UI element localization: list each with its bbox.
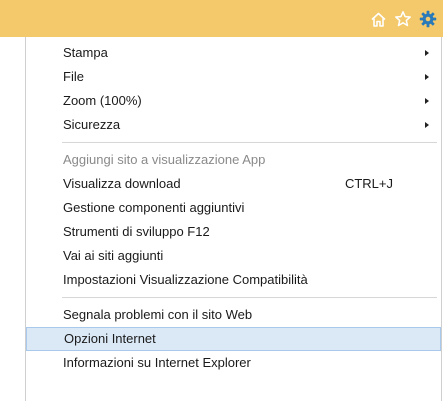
menu-item-file[interactable]: File: [26, 65, 441, 89]
menu-item-sicurezza[interactable]: Sicurezza: [26, 113, 441, 137]
submenu-arrow-icon: [425, 74, 429, 80]
menu-item-aggiungi-sito-app: Aggiungi sito a visualizzazione App: [26, 148, 441, 172]
menu-item-label: Gestione componenti aggiuntivi: [63, 200, 245, 215]
menu-item-informazioni-ie[interactable]: Informazioni su Internet Explorer: [26, 351, 441, 375]
favorites-button[interactable]: [392, 8, 414, 30]
menu-item-label: Aggiungi sito a visualizzazione App: [63, 152, 266, 167]
menu-item-label: Segnala problemi con il sito Web: [63, 307, 253, 322]
menu-item-zoom[interactable]: Zoom (100%): [26, 89, 441, 113]
toolbar-icons: [367, 8, 439, 30]
menu-item-opzioni-internet[interactable]: Opzioni Internet: [26, 327, 441, 351]
menu-item-label: Informazioni su Internet Explorer: [63, 355, 251, 370]
menu-item-label: Opzioni Internet: [64, 331, 156, 346]
menu-item-label: Stampa: [63, 45, 108, 60]
submenu-arrow-icon: [425, 122, 429, 128]
star-icon: [395, 11, 411, 27]
menu-separator: [26, 292, 441, 303]
menu-item-gestione-componenti[interactable]: Gestione componenti aggiuntivi: [26, 196, 441, 220]
menu-list: Stampa File Zoom (100%) Sicurezza Aggiun…: [26, 41, 441, 375]
menu-item-label: Visualizza download: [63, 176, 181, 191]
submenu-arrow-icon: [425, 98, 429, 104]
menu-item-label: Vai ai siti aggiunti: [63, 248, 164, 263]
menu-separator: [26, 137, 441, 148]
menu-item-visualizza-download[interactable]: Visualizza download CTRL+J: [26, 172, 441, 196]
menu-item-label: Zoom (100%): [63, 93, 142, 108]
menu-item-vai-siti-aggiunti[interactable]: Vai ai siti aggiunti: [26, 244, 441, 268]
menu-item-label: File: [63, 69, 84, 84]
tools-menu: Stampa File Zoom (100%) Sicurezza Aggiun…: [25, 37, 442, 401]
menu-item-segnala-problemi[interactable]: Segnala problemi con il sito Web: [26, 303, 441, 327]
submenu-arrow-icon: [425, 50, 429, 56]
menu-item-strumenti-sviluppo[interactable]: Strumenti di sviluppo F12: [26, 220, 441, 244]
tools-button[interactable]: [417, 8, 439, 30]
menu-item-label: Strumenti di sviluppo F12: [63, 224, 210, 239]
browser-toolbar: [0, 0, 443, 37]
home-icon: [370, 12, 386, 27]
ie-window: Stampa File Zoom (100%) Sicurezza Aggiun…: [0, 0, 443, 401]
menu-item-label: Impostazioni Visualizzazione Compatibili…: [63, 272, 308, 287]
menu-item-compatibilita[interactable]: Impostazioni Visualizzazione Compatibili…: [26, 268, 441, 292]
home-button[interactable]: [367, 8, 389, 30]
gear-icon: [419, 10, 437, 28]
menu-item-stampa[interactable]: Stampa: [26, 41, 441, 65]
menu-item-label: Sicurezza: [63, 117, 121, 132]
menu-item-shortcut: CTRL+J: [344, 176, 393, 191]
